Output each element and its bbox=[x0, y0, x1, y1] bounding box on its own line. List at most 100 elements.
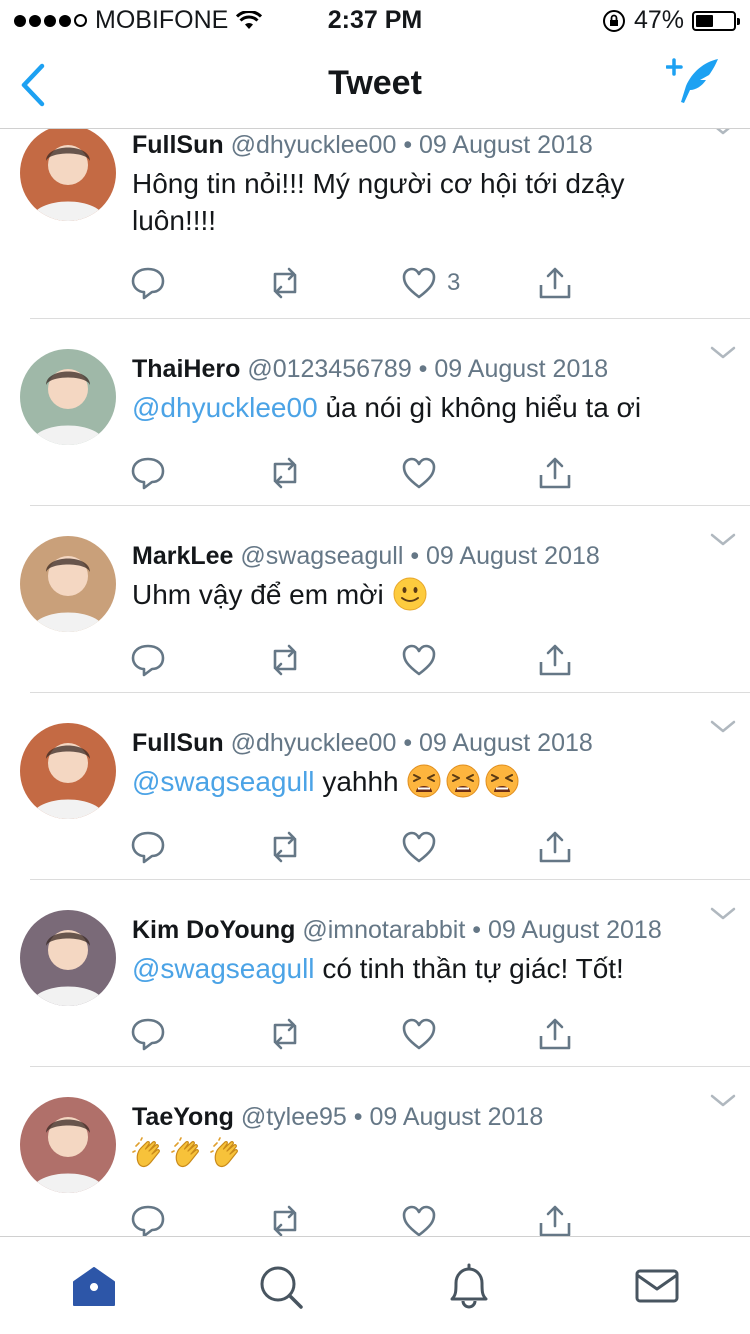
reply-button[interactable] bbox=[130, 642, 166, 678]
author-handle[interactable]: @0123456789 bbox=[247, 355, 411, 383]
mention-link[interactable]: @swagseagull bbox=[132, 953, 315, 984]
retweet-button[interactable] bbox=[267, 642, 303, 678]
reply-icon bbox=[131, 831, 165, 864]
tweet-text: @dhyucklee00 ủa nói gì không hiểu ta ơi bbox=[132, 389, 712, 426]
tab-home[interactable] bbox=[69, 1263, 119, 1309]
avatar[interactable] bbox=[20, 125, 116, 221]
tab-search[interactable] bbox=[256, 1263, 306, 1309]
search-icon bbox=[260, 1266, 303, 1309]
tweet-item[interactable]: FullSun @dhyucklee00 • 09 August 2018 @sw… bbox=[0, 693, 750, 880]
chevron-down-icon[interactable] bbox=[710, 532, 736, 548]
like-count: 3 bbox=[447, 269, 461, 296]
avatar[interactable] bbox=[20, 1097, 116, 1193]
share-icon bbox=[539, 1018, 571, 1050]
chevron-down-icon[interactable] bbox=[710, 345, 736, 361]
tweet-item[interactable]: FullSun @dhyucklee00 • 09 August 2018 Hôn… bbox=[0, 100, 750, 319]
author-name[interactable]: FullSun bbox=[132, 729, 224, 757]
tweet-item[interactable]: MarkLee @swagseagull • 09 August 2018 Uhm… bbox=[0, 506, 750, 693]
tweet-body: yahhh bbox=[322, 766, 399, 797]
reply-button[interactable] bbox=[130, 829, 166, 865]
share-icon bbox=[539, 457, 571, 489]
compose-tweet-button[interactable] bbox=[666, 56, 724, 108]
author-handle[interactable]: @dhyucklee00 bbox=[231, 131, 397, 159]
reply-icon bbox=[131, 644, 165, 677]
reply-icon bbox=[131, 267, 165, 300]
clapping-hands-emoji-icon bbox=[171, 1137, 199, 1168]
tweet-body: Uhm vậy để em mời bbox=[132, 579, 384, 610]
tweet-list[interactable]: FullSun @dhyucklee00 • 09 August 2018 Hôn… bbox=[0, 100, 750, 1236]
clapping-hands-emoji-icon bbox=[132, 1137, 160, 1168]
chevron-down-icon[interactable] bbox=[710, 1093, 736, 1109]
retweet-icon bbox=[273, 1018, 297, 1050]
author-name[interactable]: Kim DoYoung bbox=[132, 916, 295, 944]
author-name[interactable]: ThaiHero bbox=[132, 355, 240, 383]
share-icon bbox=[539, 267, 571, 299]
battery-percent: 47% bbox=[633, 6, 684, 34]
like-icon bbox=[402, 644, 436, 676]
chevron-down-icon[interactable] bbox=[710, 906, 736, 922]
tweet-text: @swagseagull có tinh thần tự giác! Tốt! bbox=[132, 950, 712, 987]
share-button[interactable] bbox=[537, 642, 573, 678]
mention-link[interactable]: @swagseagull bbox=[132, 766, 315, 797]
like-icon bbox=[402, 457, 436, 489]
tweet-text: @swagseagull yahhh bbox=[132, 763, 712, 800]
author-handle[interactable]: @imnotarabbit bbox=[302, 916, 465, 944]
retweet-button[interactable] bbox=[267, 455, 303, 491]
retweet-button[interactable] bbox=[267, 265, 303, 301]
like-button[interactable] bbox=[401, 1203, 447, 1236]
tweet-body: có tinh thần tự giác! Tốt! bbox=[322, 953, 624, 984]
tweet-date: 09 August 2018 bbox=[419, 131, 593, 159]
like-button[interactable] bbox=[401, 642, 447, 678]
like-button[interactable]: 3 bbox=[401, 265, 460, 301]
tweet-item[interactable]: Kim DoYoung @imnotarabbit • 09 August 20… bbox=[0, 880, 750, 1067]
tab-notifications[interactable] bbox=[444, 1263, 494, 1309]
retweet-button[interactable] bbox=[267, 1016, 303, 1052]
reply-button[interactable] bbox=[130, 1203, 166, 1236]
author-handle[interactable]: @dhyucklee00 bbox=[231, 729, 397, 757]
retweet-icon bbox=[273, 831, 297, 863]
avatar[interactable] bbox=[20, 536, 116, 632]
tweet-item[interactable]: ThaiHero @0123456789 • 09 August 2018 @dh… bbox=[0, 319, 750, 506]
status-right: 47% bbox=[602, 6, 740, 35]
like-button[interactable] bbox=[401, 829, 447, 865]
share-button[interactable] bbox=[537, 1016, 573, 1052]
like-button[interactable] bbox=[401, 1016, 447, 1052]
avatar[interactable] bbox=[20, 910, 116, 1006]
avatar[interactable] bbox=[20, 349, 116, 445]
retweet-button[interactable] bbox=[267, 1203, 303, 1236]
status-bar: MOBIFONE 2:37 PM 47% bbox=[0, 0, 750, 40]
mention-link[interactable]: @dhyucklee00 bbox=[132, 392, 318, 423]
tweet-item[interactable]: TaeYong @tylee95 • 09 August 2018 bbox=[0, 1067, 750, 1236]
tab-messages[interactable] bbox=[632, 1263, 682, 1309]
tweet-header: Kim DoYoung @imnotarabbit • 09 August 20… bbox=[132, 916, 662, 945]
author-name[interactable]: MarkLee bbox=[132, 542, 233, 570]
share-button[interactable] bbox=[537, 829, 573, 865]
share-button[interactable] bbox=[537, 455, 573, 491]
separator-dot: • bbox=[346, 1103, 370, 1131]
reply-button[interactable] bbox=[130, 455, 166, 491]
separator-dot: • bbox=[411, 355, 435, 383]
author-name[interactable]: TaeYong bbox=[132, 1103, 234, 1131]
author-name[interactable]: FullSun bbox=[132, 131, 224, 159]
avatar[interactable] bbox=[20, 723, 116, 819]
share-button[interactable] bbox=[537, 1203, 573, 1236]
share-button[interactable] bbox=[537, 265, 573, 301]
reply-button[interactable] bbox=[130, 1016, 166, 1052]
author-handle[interactable]: @tylee95 bbox=[241, 1103, 347, 1131]
like-icon bbox=[402, 1018, 436, 1050]
separator-dot: • bbox=[465, 916, 488, 944]
reply-button[interactable] bbox=[130, 265, 166, 301]
author-handle[interactable]: @swagseagull bbox=[240, 542, 403, 570]
tweet-body: Hông tin nỏi!!! Mý người cơ hội tới dzậy… bbox=[132, 168, 625, 236]
chevron-down-icon[interactable] bbox=[710, 719, 736, 735]
like-icon bbox=[402, 831, 436, 863]
clapping-hands-emoji-icon bbox=[210, 1137, 238, 1168]
tweet-date: 09 August 2018 bbox=[419, 729, 593, 757]
battery-icon bbox=[692, 10, 740, 31]
separator-dot: • bbox=[396, 729, 420, 757]
tweet-header: FullSun @dhyucklee00 • 09 August 2018 bbox=[132, 131, 593, 160]
like-icon bbox=[402, 267, 436, 299]
retweet-button[interactable] bbox=[267, 829, 303, 865]
tweet-date: 09 August 2018 bbox=[487, 916, 662, 944]
like-button[interactable] bbox=[401, 455, 447, 491]
